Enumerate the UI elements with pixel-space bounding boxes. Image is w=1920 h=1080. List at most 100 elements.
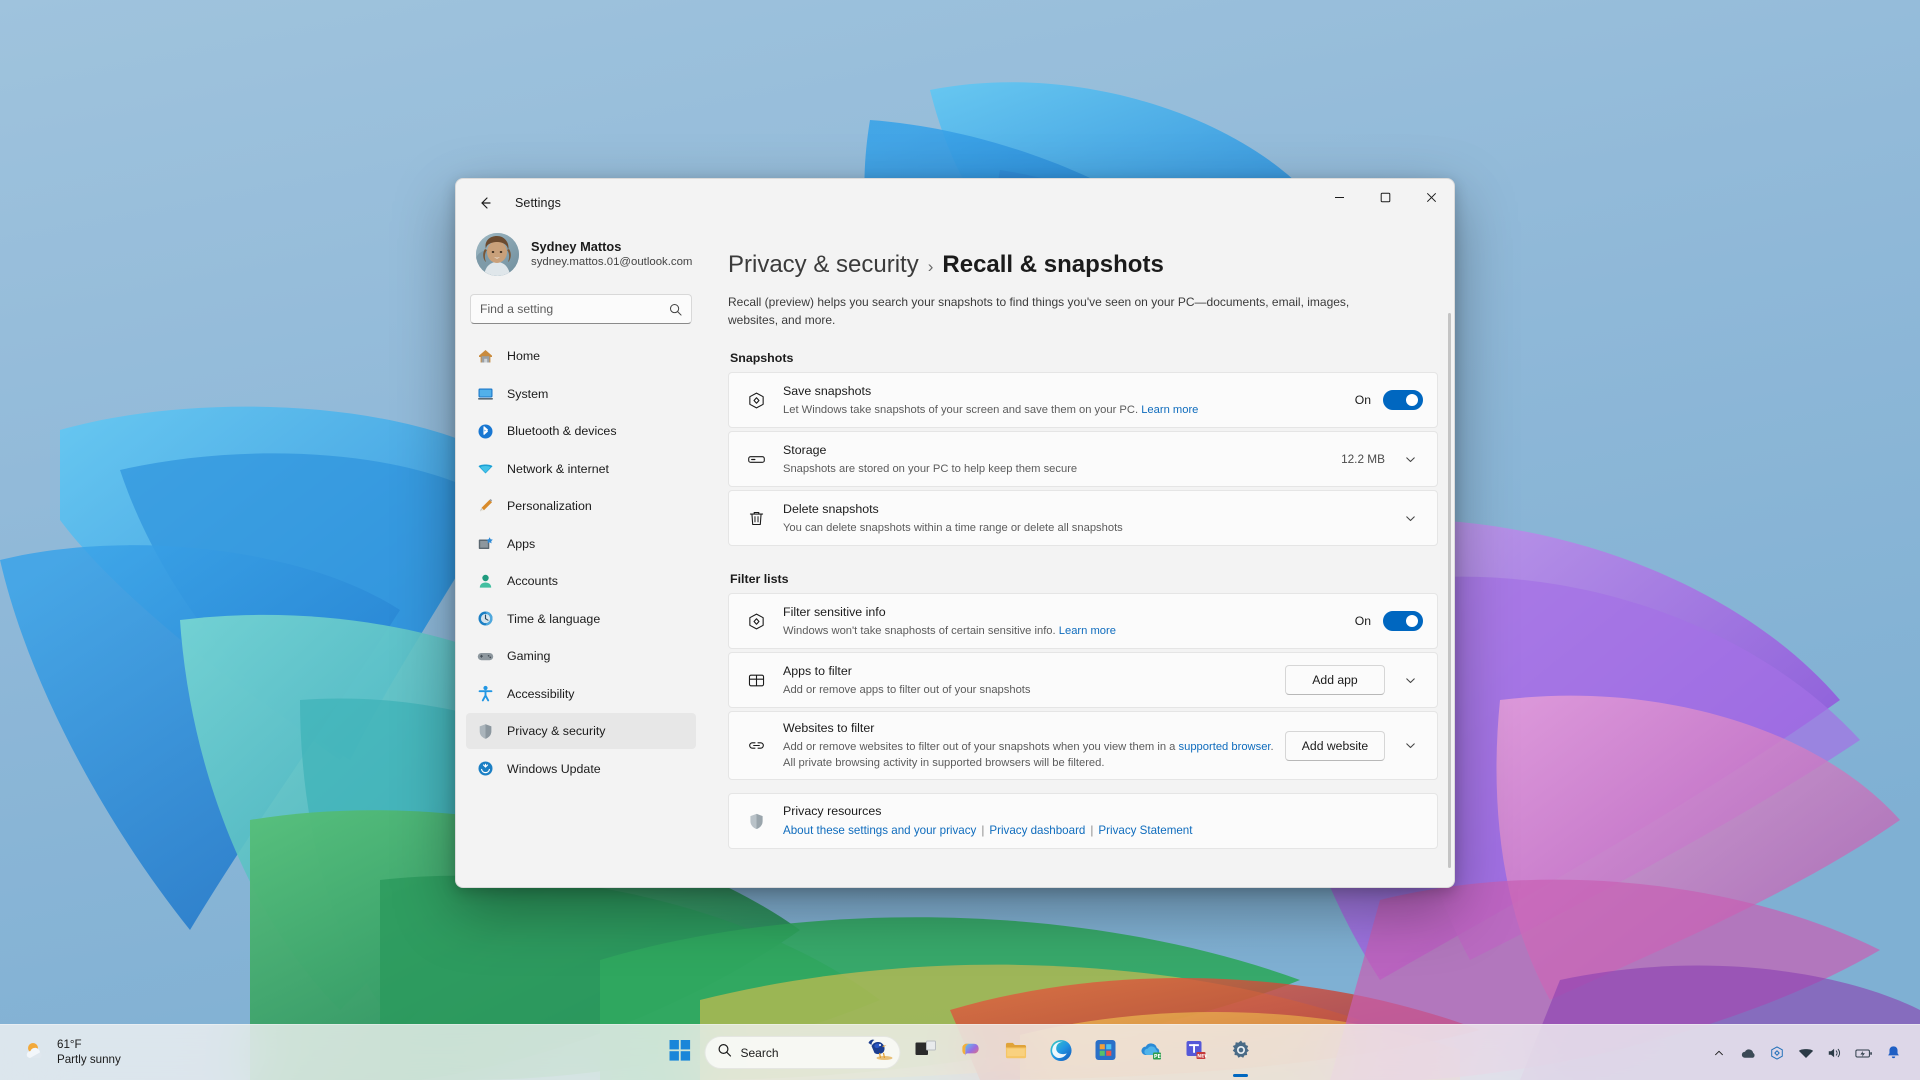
breadcrumb-separator-icon: › bbox=[927, 257, 934, 276]
notification-bell-icon[interactable] bbox=[1880, 1038, 1906, 1068]
teams-button[interactable]: NEW bbox=[1176, 1033, 1216, 1073]
show-hidden-icons-chevron[interactable] bbox=[1706, 1038, 1732, 1068]
maximize-icon bbox=[1380, 192, 1390, 202]
window-titlebar: Settings bbox=[456, 179, 1454, 227]
save-snapshots-toggle-label: On bbox=[1354, 393, 1371, 408]
websites-subtitle-pre: Add or remove websites to filter out of … bbox=[783, 740, 1179, 753]
weather-widget[interactable]: 61°F Partly sunny bbox=[12, 1025, 131, 1080]
add-website-button[interactable]: Add website bbox=[1285, 730, 1385, 761]
supported-browser-link[interactable]: supported browser bbox=[1179, 741, 1271, 753]
filter-sensitive-info-card: Filter sensitive info Windows won't take… bbox=[728, 593, 1438, 650]
chevron-down-icon[interactable] bbox=[1397, 446, 1423, 472]
filter-sensitive-info-learn-more-link[interactable]: Learn more bbox=[1059, 625, 1116, 637]
filter-sensitive-info-controls: On bbox=[1354, 611, 1423, 632]
about-settings-privacy-link[interactable]: About these settings and your privacy bbox=[783, 824, 976, 837]
main-content: Privacy & security › Recall & snapshots … bbox=[706, 227, 1454, 887]
sidebar-item-network-internet[interactable]: Network & internet bbox=[466, 451, 696, 487]
wifi-icon[interactable] bbox=[1793, 1038, 1819, 1068]
start-button[interactable] bbox=[660, 1033, 700, 1073]
privacy-resources-card: Privacy resources About these settings a… bbox=[728, 793, 1438, 850]
sidebar-item-system[interactable]: System bbox=[466, 376, 696, 412]
filter-sensitive-info-subtitle-text: Windows won't take snaphosts of certain … bbox=[783, 624, 1056, 637]
windows-start-icon bbox=[669, 1039, 690, 1066]
sidebar-item-label: Accessibility bbox=[507, 686, 575, 701]
battery-icon[interactable] bbox=[1851, 1038, 1877, 1068]
task-view-button[interactable] bbox=[906, 1033, 946, 1073]
taskbar-search[interactable]: Search bbox=[704, 1036, 901, 1069]
storage-subtitle: Snapshots are stored on your PC to help … bbox=[783, 462, 1078, 475]
file-explorer-button[interactable] bbox=[996, 1033, 1036, 1073]
breadcrumb-parent[interactable]: Privacy & security bbox=[728, 251, 919, 279]
sidebar-item-gaming[interactable]: Gaming bbox=[466, 638, 696, 674]
cloud-icon[interactable] bbox=[1735, 1038, 1761, 1068]
storage-card[interactable]: Storage Snapshots are stored on your PC … bbox=[728, 431, 1438, 488]
chevron-down-icon[interactable] bbox=[1397, 733, 1423, 759]
sidebar-item-label: System bbox=[507, 386, 549, 401]
settings-taskbar-button[interactable] bbox=[1221, 1033, 1261, 1073]
task-view-icon bbox=[915, 1039, 937, 1066]
copilot-button[interactable] bbox=[951, 1033, 991, 1073]
filter-sensitive-info-toggle[interactable] bbox=[1383, 611, 1423, 632]
maximize-button[interactable] bbox=[1362, 179, 1408, 215]
time-language-icon bbox=[477, 610, 494, 627]
save-snapshots-card: Save snapshots Let Windows take snapshot… bbox=[728, 372, 1438, 429]
sidebar-item-label: Accounts bbox=[507, 574, 558, 588]
edge-button[interactable] bbox=[1041, 1033, 1081, 1073]
account-summary[interactable]: Sydney Mattos sydney.mattos.01@outlook.c… bbox=[466, 227, 696, 286]
websites-to-filter-text: Websites to filter Add or remove website… bbox=[783, 712, 1285, 779]
storage-text: Storage Snapshots are stored on your PC … bbox=[783, 434, 1341, 485]
link-separator: | bbox=[1090, 824, 1094, 838]
sidebar-item-privacy-security[interactable]: Privacy & security bbox=[466, 713, 696, 749]
sidebar-item-time-language[interactable]: Time & language bbox=[466, 601, 696, 637]
minimize-icon bbox=[1334, 196, 1344, 198]
search-setting-box[interactable] bbox=[470, 294, 692, 324]
weather-text: 61°F Partly sunny bbox=[57, 1038, 121, 1068]
network-icon bbox=[477, 460, 494, 477]
save-snapshots-toggle[interactable] bbox=[1383, 390, 1423, 411]
microsoft-store-button[interactable] bbox=[1086, 1033, 1126, 1073]
trash-icon bbox=[745, 509, 767, 528]
back-arrow-icon bbox=[481, 197, 491, 209]
delete-snapshots-title: Delete snapshots bbox=[783, 502, 879, 517]
websites-to-filter-card: Websites to filter Add or remove website… bbox=[728, 711, 1438, 781]
weather-temperature: 61°F bbox=[57, 1038, 82, 1052]
chevron-down-icon[interactable] bbox=[1397, 667, 1423, 693]
recall-icon[interactable] bbox=[1764, 1038, 1790, 1068]
add-app-button[interactable]: Add app bbox=[1285, 665, 1385, 696]
sidebar-item-apps[interactable]: Apps bbox=[466, 526, 696, 562]
account-name: Sydney Mattos bbox=[531, 239, 622, 255]
content-scrollbar[interactable] bbox=[1448, 313, 1451, 868]
sidebar-item-home[interactable]: Home bbox=[466, 338, 696, 374]
sidebar-item-accessibility[interactable]: Accessibility bbox=[466, 676, 696, 712]
sidebar-item-windows-update[interactable]: Windows Update bbox=[466, 751, 696, 787]
onedrive-button[interactable]: PE bbox=[1131, 1033, 1171, 1073]
save-snapshots-controls: On bbox=[1354, 390, 1423, 411]
minimize-button[interactable] bbox=[1316, 179, 1362, 215]
search-input[interactable] bbox=[480, 302, 663, 316]
page-title: Recall & snapshots bbox=[942, 251, 1164, 278]
page-description: Recall (preview) helps you search your s… bbox=[728, 295, 1350, 328]
save-snapshots-learn-more-link[interactable]: Learn more bbox=[1141, 404, 1198, 416]
websites-to-filter-title: Websites to filter bbox=[783, 721, 875, 736]
sidebar-item-accounts[interactable]: Accounts bbox=[466, 563, 696, 599]
storage-controls: 12.2 MB bbox=[1341, 446, 1423, 472]
accessibility-icon bbox=[477, 685, 494, 702]
sidebar-item-label: Home bbox=[507, 349, 541, 363]
websites-to-filter-subtitle: Add or remove websites to filter out of … bbox=[783, 739, 1285, 771]
system-icon bbox=[477, 385, 494, 402]
toggle-knob bbox=[1406, 615, 1418, 628]
delete-snapshots-card[interactable]: Delete snapshots You can delete snapshot… bbox=[728, 490, 1438, 547]
privacy-statement-link[interactable]: Privacy Statement bbox=[1098, 824, 1192, 837]
edge-icon bbox=[1049, 1039, 1072, 1067]
sidebar-item-bluetooth-devices[interactable]: Bluetooth & devices bbox=[466, 413, 696, 449]
sidebar-item-personalization[interactable]: Personalization bbox=[466, 488, 696, 524]
file-explorer-icon bbox=[1004, 1040, 1027, 1066]
filter-sensitive-info-toggle-label: On bbox=[1354, 614, 1371, 629]
volume-icon[interactable] bbox=[1822, 1038, 1848, 1068]
privacy-dashboard-link[interactable]: Privacy dashboard bbox=[989, 824, 1085, 837]
chevron-down-icon[interactable] bbox=[1397, 505, 1423, 531]
back-button[interactable] bbox=[468, 188, 502, 218]
save-snapshots-subtitle-text: Let Windows take snapshots of your scree… bbox=[783, 403, 1139, 416]
close-button[interactable] bbox=[1408, 179, 1454, 215]
apps-grid-icon bbox=[745, 671, 767, 690]
